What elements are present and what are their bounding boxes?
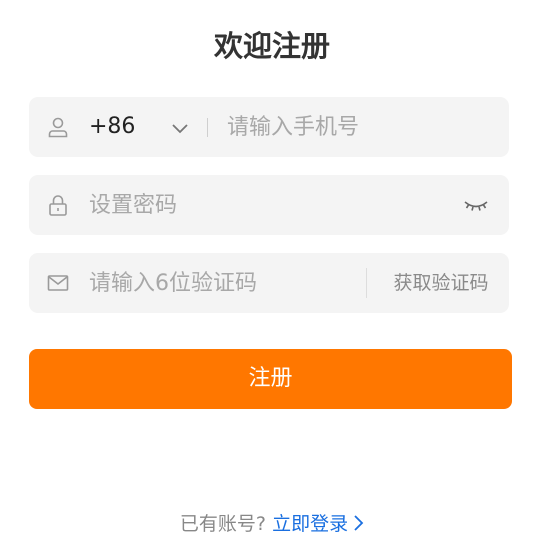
user-icon (46, 115, 70, 139)
lock-icon (46, 193, 70, 217)
phone-field: +86 (29, 97, 509, 157)
envelope-icon (46, 271, 70, 295)
country-code[interactable]: +86 (89, 97, 135, 157)
code-input[interactable] (89, 253, 379, 313)
login-prompt-text: 已有账号? (179, 513, 267, 535)
login-prompt: 已有账号? 立即登录 (0, 508, 544, 540)
password-field (29, 175, 509, 235)
login-link-label: 立即登录 (272, 513, 349, 535)
register-button[interactable]: 注册 (29, 349, 512, 409)
get-code-button[interactable]: 获取验证码 (381, 253, 501, 313)
divider (207, 118, 208, 137)
chevron-down-icon[interactable] (169, 117, 191, 139)
phone-input[interactable] (227, 97, 497, 157)
chevron-right-icon (354, 515, 364, 531)
password-input[interactable] (89, 175, 449, 235)
login-link[interactable]: 立即登录 (272, 513, 364, 535)
page-title: 欢迎注册 (213, 29, 330, 63)
eye-closed-icon[interactable] (462, 194, 490, 216)
divider (366, 268, 367, 298)
verification-code-field: 获取验证码 (29, 253, 509, 313)
